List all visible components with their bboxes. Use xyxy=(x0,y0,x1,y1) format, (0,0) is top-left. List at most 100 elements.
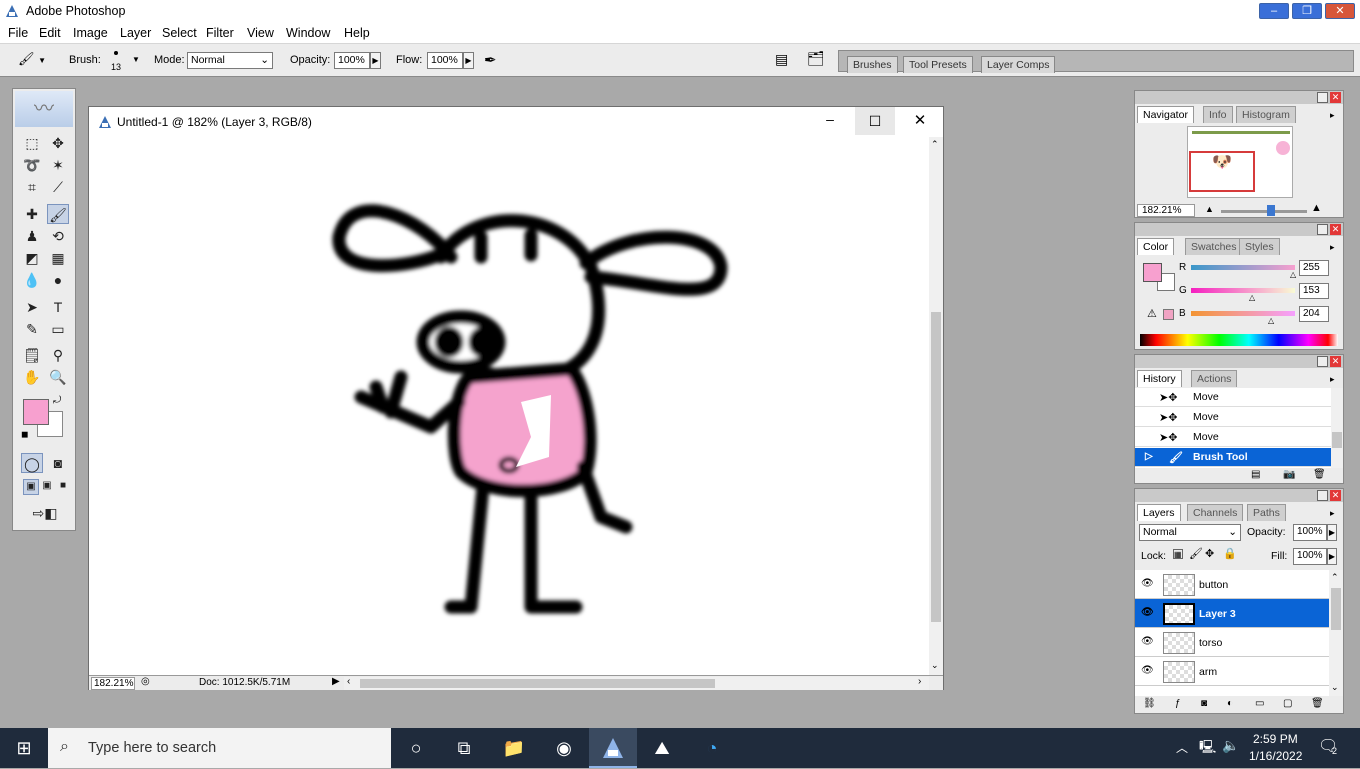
file-explorer-icon[interactable]: 📁 xyxy=(500,734,528,762)
panel-close-button[interactable]: ✕ xyxy=(1330,490,1341,501)
layer-row[interactable]: 👁 torso xyxy=(1135,628,1329,657)
menu-window[interactable]: Window xyxy=(286,26,330,40)
menu-file[interactable]: File xyxy=(8,26,28,40)
history-item[interactable]: ➤✥ Move xyxy=(1135,428,1331,447)
adjustment-layer-icon[interactable]: ◐ xyxy=(1227,698,1233,709)
navigator-zoom-field[interactable]: 182.21% xyxy=(1137,204,1195,217)
fill-field[interactable]: 100% xyxy=(1293,548,1327,565)
visibility-eye-icon[interactable]: 👁 xyxy=(1141,636,1154,647)
move-tool-icon[interactable]: ✥ xyxy=(47,133,69,153)
lock-all-icon[interactable]: 🔒 xyxy=(1223,547,1237,560)
show-hidden-icons-icon[interactable]: ︿ xyxy=(1176,739,1188,756)
panel-close-button[interactable]: ✕ xyxy=(1330,356,1341,367)
history-item[interactable]: ➤✥ Move xyxy=(1135,408,1331,427)
panel-menu-icon[interactable]: ▸ xyxy=(1330,110,1335,121)
panel-menu-icon[interactable]: ▸ xyxy=(1330,508,1335,519)
screen-mode-standard-icon[interactable]: ▣ xyxy=(23,479,39,495)
jump-to-imageready-icon[interactable]: ⇨◧ xyxy=(21,503,69,523)
layer-row[interactable]: 👁 arm xyxy=(1135,657,1329,686)
windows-start-icon[interactable]: ⊞ xyxy=(10,734,38,762)
task-view-icon[interactable]: ⧉ xyxy=(450,734,478,762)
screen-mode-full-menu-icon[interactable]: ▣ xyxy=(39,479,55,495)
visibility-eye-icon[interactable]: 👁 xyxy=(1141,607,1154,618)
close-button[interactable]: ✕ xyxy=(1325,3,1355,19)
quick-mask-mode-icon[interactable]: ◙ xyxy=(47,453,69,473)
minimize-button[interactable]: – xyxy=(1259,3,1289,19)
panel-minimize-button[interactable] xyxy=(1317,356,1328,367)
gradient-tool-icon[interactable]: ▦ xyxy=(47,248,69,268)
slider-r[interactable] xyxy=(1191,265,1295,270)
slider-r-thumb[interactable]: △ xyxy=(1290,270,1296,279)
layer-row-selected[interactable]: 👁 Layer 3 xyxy=(1135,599,1329,628)
clock-date[interactable]: 1/16/2022 xyxy=(1249,749,1302,763)
healing-brush-tool-icon[interactable]: ✚ xyxy=(21,204,43,224)
new-snapshot-icon[interactable]: 📷 xyxy=(1283,469,1295,480)
tab-layer-comps[interactable]: Layer Comps xyxy=(981,56,1056,73)
channel-b-field[interactable]: 204 xyxy=(1299,306,1329,322)
doc-maximize-button[interactable]: ☐ xyxy=(855,107,895,135)
tab-brushes[interactable]: Brushes xyxy=(847,56,898,73)
panel-minimize-button[interactable] xyxy=(1317,92,1328,103)
pen-tool-icon[interactable]: ✎ xyxy=(21,319,43,339)
tab-swatches[interactable]: Swatches xyxy=(1185,238,1243,255)
slider-b[interactable] xyxy=(1191,311,1295,316)
opacity-field[interactable]: 100% xyxy=(334,52,370,69)
new-group-icon[interactable]: ▭ xyxy=(1255,698,1264,709)
type-tool-icon[interactable]: T xyxy=(47,297,69,317)
tab-info[interactable]: Info xyxy=(1203,106,1233,123)
network-icon[interactable]: 🖳 xyxy=(1199,738,1216,760)
lock-position-icon[interactable]: ✥ xyxy=(1205,547,1214,560)
dodge-tool-icon[interactable]: ● xyxy=(47,270,69,290)
horizontal-scrollbar[interactable]: ‹ › xyxy=(344,676,929,690)
layers-scrollbar[interactable]: ⌃ ⌄ xyxy=(1329,570,1343,696)
layer-opacity-slider-button[interactable]: ▶ xyxy=(1327,524,1337,541)
history-item[interactable]: ➤✥ Move xyxy=(1135,388,1331,407)
out-of-gamut-warning-icon[interactable]: ⚠ xyxy=(1147,307,1157,320)
channel-r-field[interactable]: 255 xyxy=(1299,260,1329,276)
clone-stamp-tool-icon[interactable]: ♟ xyxy=(21,226,43,246)
vertical-scroll-thumb[interactable] xyxy=(931,312,941,622)
scroll-up-arrow-icon[interactable]: ⌃ xyxy=(931,139,939,150)
opacity-slider-button[interactable]: ▶ xyxy=(370,52,381,69)
eyedropper-tool-icon[interactable]: ⚲ xyxy=(47,345,69,365)
fill-slider-button[interactable]: ▶ xyxy=(1327,548,1337,565)
layer-style-icon[interactable]: ƒ xyxy=(1175,698,1181,709)
menu-layer[interactable]: Layer xyxy=(120,26,151,40)
lasso-tool-icon[interactable]: ➰ xyxy=(21,155,43,175)
tab-styles[interactable]: Styles xyxy=(1239,238,1280,255)
layers-scroll-thumb[interactable] xyxy=(1331,588,1341,630)
link-layers-icon[interactable]: ⛓ xyxy=(1143,698,1156,709)
file-browser-icon[interactable]: 🗂 xyxy=(807,50,829,70)
restore-button[interactable]: ❐ xyxy=(1292,3,1322,19)
scroll-left-arrow-icon[interactable]: ‹ xyxy=(347,676,350,687)
volume-icon[interactable]: 🔈 xyxy=(1222,737,1239,754)
tab-navigator[interactable]: Navigator xyxy=(1137,106,1194,123)
slider-g-thumb[interactable]: △ xyxy=(1249,293,1255,302)
blend-mode-select[interactable]: Normal ⌄ xyxy=(1139,524,1241,541)
default-colors-icon[interactable]: ◼ xyxy=(21,429,31,439)
standard-mode-icon[interactable]: ◯ xyxy=(21,453,43,473)
color-ramp[interactable] xyxy=(1140,334,1338,346)
chrome-icon[interactable]: ◉ xyxy=(550,734,578,762)
tab-channels[interactable]: Channels xyxy=(1187,504,1244,521)
menu-view[interactable]: View xyxy=(247,26,274,40)
tab-actions[interactable]: Actions xyxy=(1191,370,1238,387)
notes-tool-icon[interactable]: 🗒 xyxy=(21,345,43,365)
history-item-selected[interactable]: ▷ 🖌 Brush Tool xyxy=(1135,448,1331,467)
blur-tool-icon[interactable]: 💧 xyxy=(21,270,43,290)
slice-tool-icon[interactable]: ⟋ xyxy=(47,177,69,197)
path-selection-tool-icon[interactable]: ➤ xyxy=(21,297,43,317)
canvas[interactable] xyxy=(91,137,929,675)
menu-edit[interactable]: Edit xyxy=(39,26,61,40)
history-scrollbar[interactable] xyxy=(1331,388,1343,468)
navigator-zoom-thumb[interactable] xyxy=(1267,205,1275,216)
brush-picker[interactable]: 13 ▼ xyxy=(106,49,142,73)
tab-paths[interactable]: Paths xyxy=(1247,504,1286,521)
tab-color[interactable]: Color xyxy=(1137,238,1175,255)
cortana-icon[interactable]: ○ xyxy=(402,734,430,762)
feather-logo-icon[interactable]: 〰 xyxy=(15,91,73,127)
zoom-in-icon[interactable]: ▲ xyxy=(1311,202,1322,214)
tab-layers[interactable]: Layers xyxy=(1137,504,1181,521)
magic-wand-tool-icon[interactable]: ✶ xyxy=(47,155,69,175)
clock-time[interactable]: 2:59 PM xyxy=(1253,732,1298,746)
